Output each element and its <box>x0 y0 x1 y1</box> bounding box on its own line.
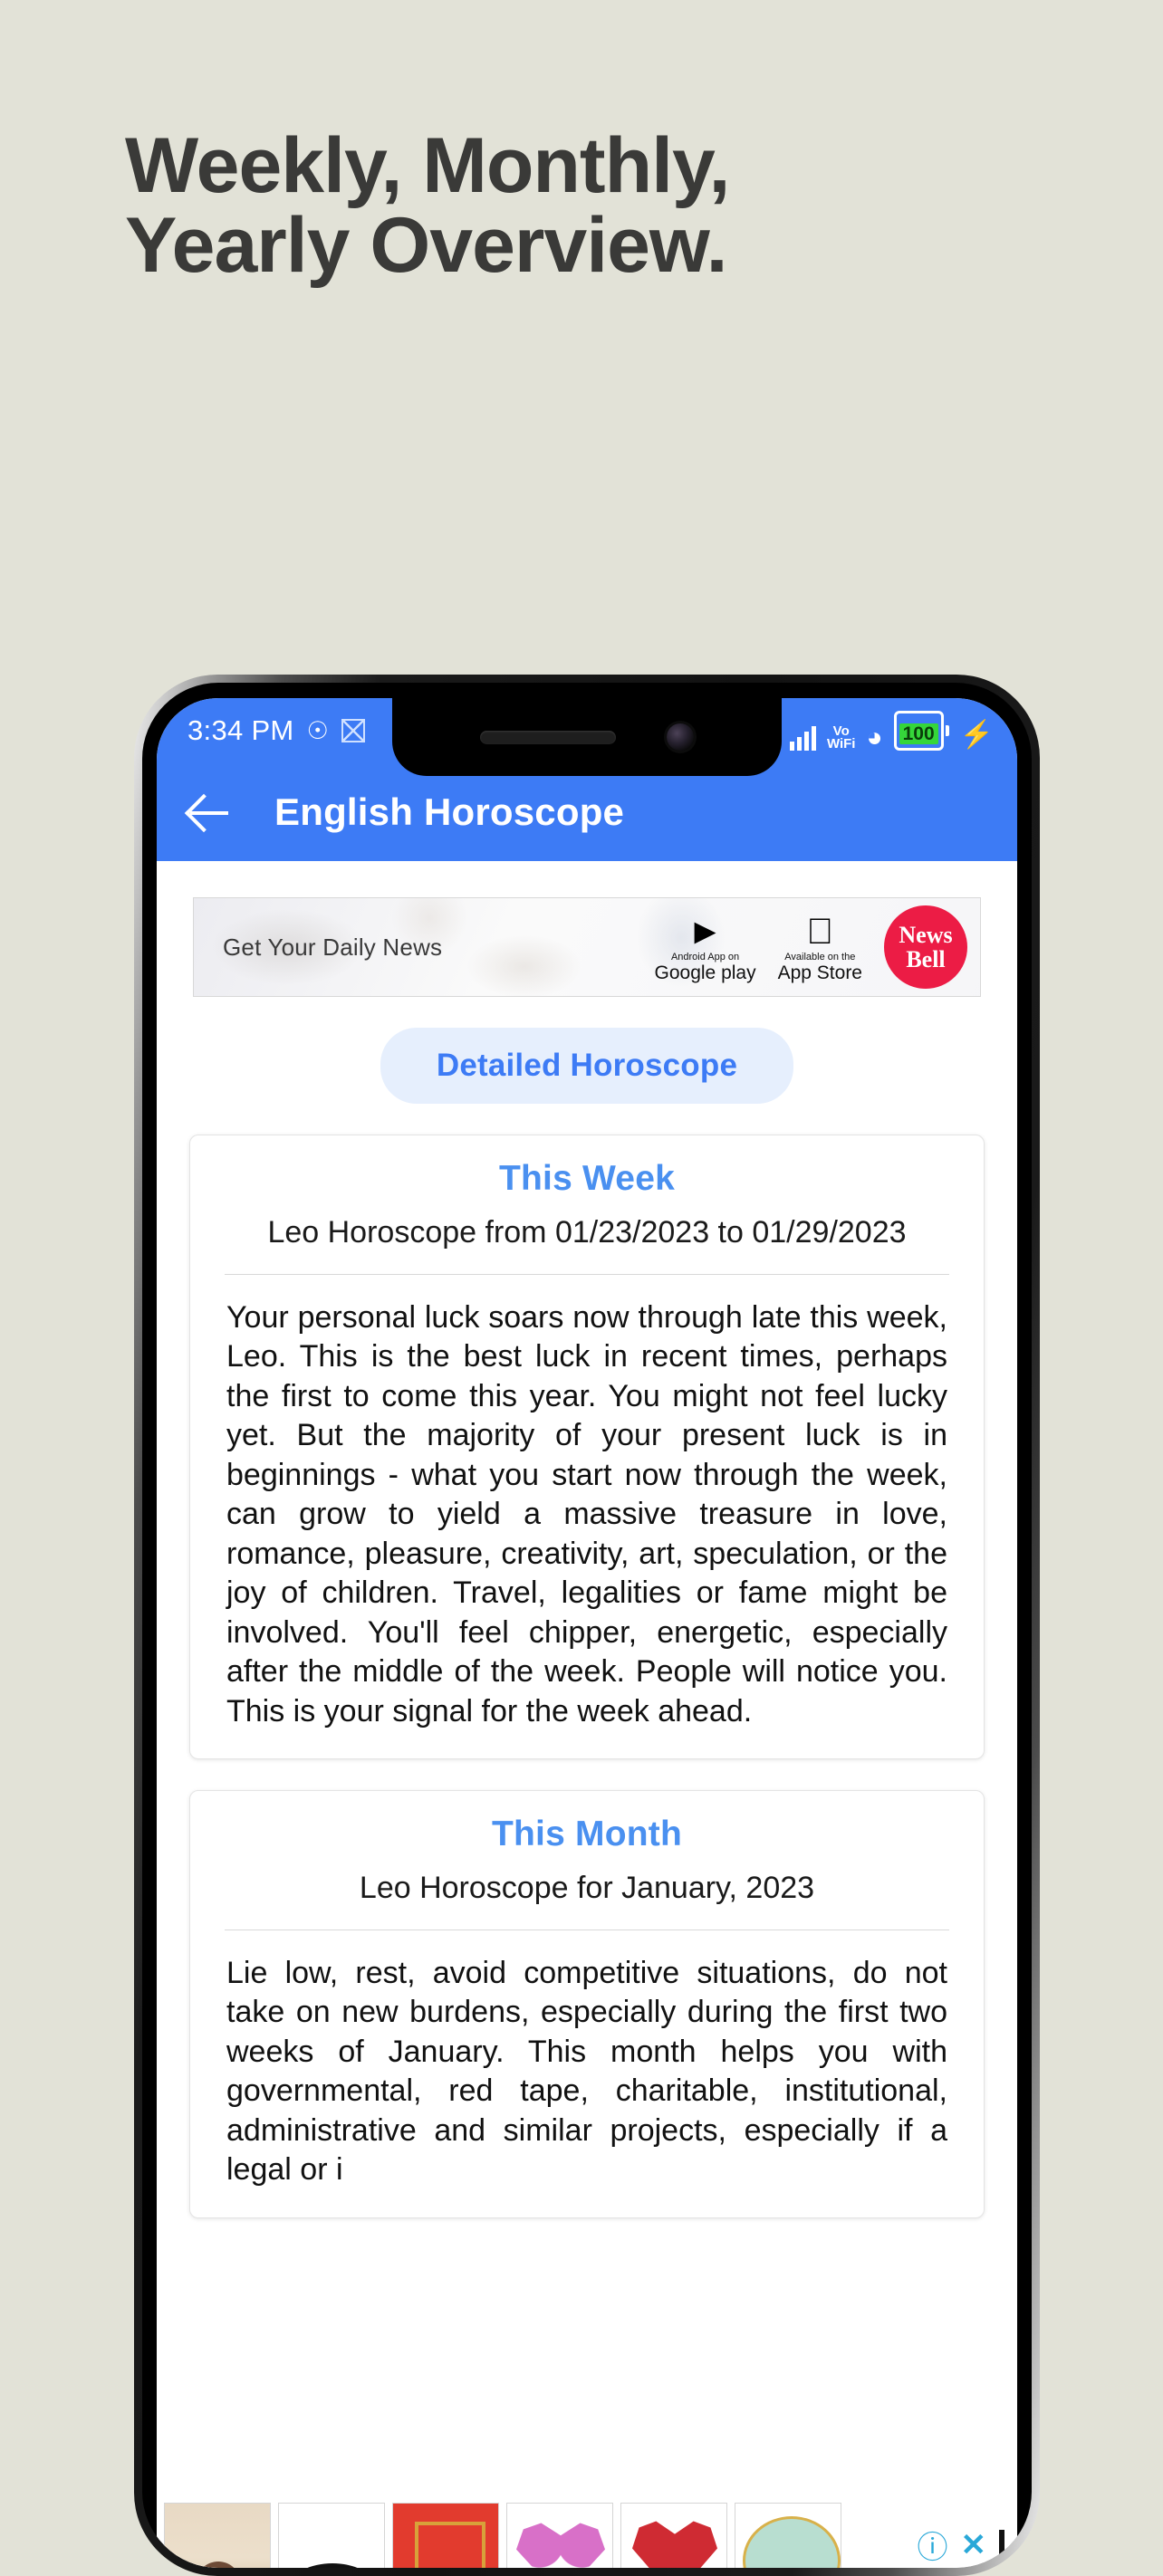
battery-body: 100 <box>893 711 944 751</box>
sim-crossed-icon <box>341 719 365 742</box>
google-play-main-label: Google play <box>654 962 756 983</box>
ad-controls: ⓘ ✕ <box>918 2503 1018 2567</box>
status-bar-right: Vo WiFi ◕ 100 ⚡ <box>789 711 994 752</box>
signal-bars-icon <box>789 725 816 751</box>
news-bell-line-2: Bell <box>906 946 946 972</box>
google-play-badge[interactable]: ► Android App on Google play <box>655 913 756 982</box>
horoscope-card-month: This Month Leo Horoscope for January, 20… <box>189 1790 985 2218</box>
news-bell-ad-banner[interactable]: Get Your Daily News ► Android App on Goo… <box>193 897 981 997</box>
google-play-top-label: Android App on <box>670 951 740 962</box>
ad-tagline: Get Your Daily News <box>223 933 443 961</box>
card-title-month: This Month <box>492 1815 682 1854</box>
horoscope-card-week: This Week Leo Horoscope from 01/23/2023 … <box>189 1135 985 1760</box>
status-bar-left: 3:34 PM ☉ <box>187 714 365 747</box>
app-store-top-label: Available on the <box>778 952 862 962</box>
product-thumb-2[interactable] <box>278 2503 385 2568</box>
headline-line-2: Yearly Overview. <box>125 201 728 289</box>
product-thumb-4[interactable] <box>506 2503 613 2568</box>
card-body-week: Your personal luck soars now through lat… <box>226 1299 947 1729</box>
apple-logo-icon:  <box>778 913 862 951</box>
content-scroll-area[interactable]: Get Your Daily News ► Android App on Goo… <box>157 861 1017 2568</box>
phone-bezel: 3:34 PM ☉ Vo WiFi ◕ 100 ⚡ English Horosc… <box>142 683 1032 2568</box>
earpiece-speaker <box>480 730 616 744</box>
phone-device-frame: 3:34 PM ☉ Vo WiFi ◕ 100 ⚡ English Horosc… <box>134 675 1040 2576</box>
volte-bottom-label: WiFi <box>826 736 856 752</box>
volte-wifi-icon: Vo WiFi <box>826 724 856 752</box>
info-circle-icon[interactable]: ⓘ <box>918 2523 948 2567</box>
news-bell-logo[interactable]: News Bell <box>884 905 967 989</box>
tab-detailed-horoscope[interactable]: Detailed Horoscope <box>380 1028 794 1104</box>
device-notch <box>392 698 782 776</box>
app-store-badge[interactable]:  Available on the App Store <box>778 913 862 982</box>
product-thumb-1[interactable] <box>164 2503 271 2568</box>
app-bar: English Horoscope <box>157 763 1017 861</box>
battery-tip <box>945 725 949 736</box>
product-thumb-5[interactable] <box>620 2503 727 2568</box>
wifi-icon: ◕ <box>866 723 883 752</box>
battery-indicator: 100 <box>893 711 949 751</box>
close-x-icon[interactable]: ✕ <box>961 2527 987 2563</box>
bottom-product-ad[interactable]: ⓘ ✕ <box>157 2503 1017 2568</box>
charging-bolt-icon: ⚡ <box>959 720 994 750</box>
google-play-icon: ► <box>687 911 724 952</box>
headline-line-1: Weekly, Monthly, <box>125 122 730 209</box>
product-thumb-6[interactable] <box>735 2503 841 2568</box>
card-subtitle-week: Leo Horoscope from 01/23/2023 to 01/29/2… <box>267 1215 907 1250</box>
page-title: English Horoscope <box>274 790 625 833</box>
card-body-month: Lie low, rest, avoid competitive situati… <box>226 1955 947 2188</box>
ad-edge-marker <box>999 2529 1004 2561</box>
app-store-main-label: App Store <box>777 943 862 982</box>
card-subtitle-month: Leo Horoscope for January, 2023 <box>359 1871 815 1906</box>
android-debug-icon: ☉ <box>306 716 329 744</box>
ad-store-badges: ► Android App on Google play  Available… <box>655 905 980 989</box>
tab-row: Detailed Horoscope <box>157 1028 1017 1104</box>
back-arrow-icon[interactable] <box>187 790 233 835</box>
card-title-week: This Week <box>499 1159 675 1198</box>
front-camera <box>667 723 694 751</box>
battery-percent-label: 100 <box>899 723 938 744</box>
phone-screen: 3:34 PM ☉ Vo WiFi ◕ 100 ⚡ English Horosc… <box>157 698 1017 2568</box>
product-thumb-3[interactable] <box>392 2503 499 2568</box>
news-bell-line-1: News <box>899 921 953 948</box>
marketing-headline: Weekly, Monthly, Yearly Overview. <box>125 122 1103 289</box>
status-time: 3:34 PM <box>187 714 294 746</box>
